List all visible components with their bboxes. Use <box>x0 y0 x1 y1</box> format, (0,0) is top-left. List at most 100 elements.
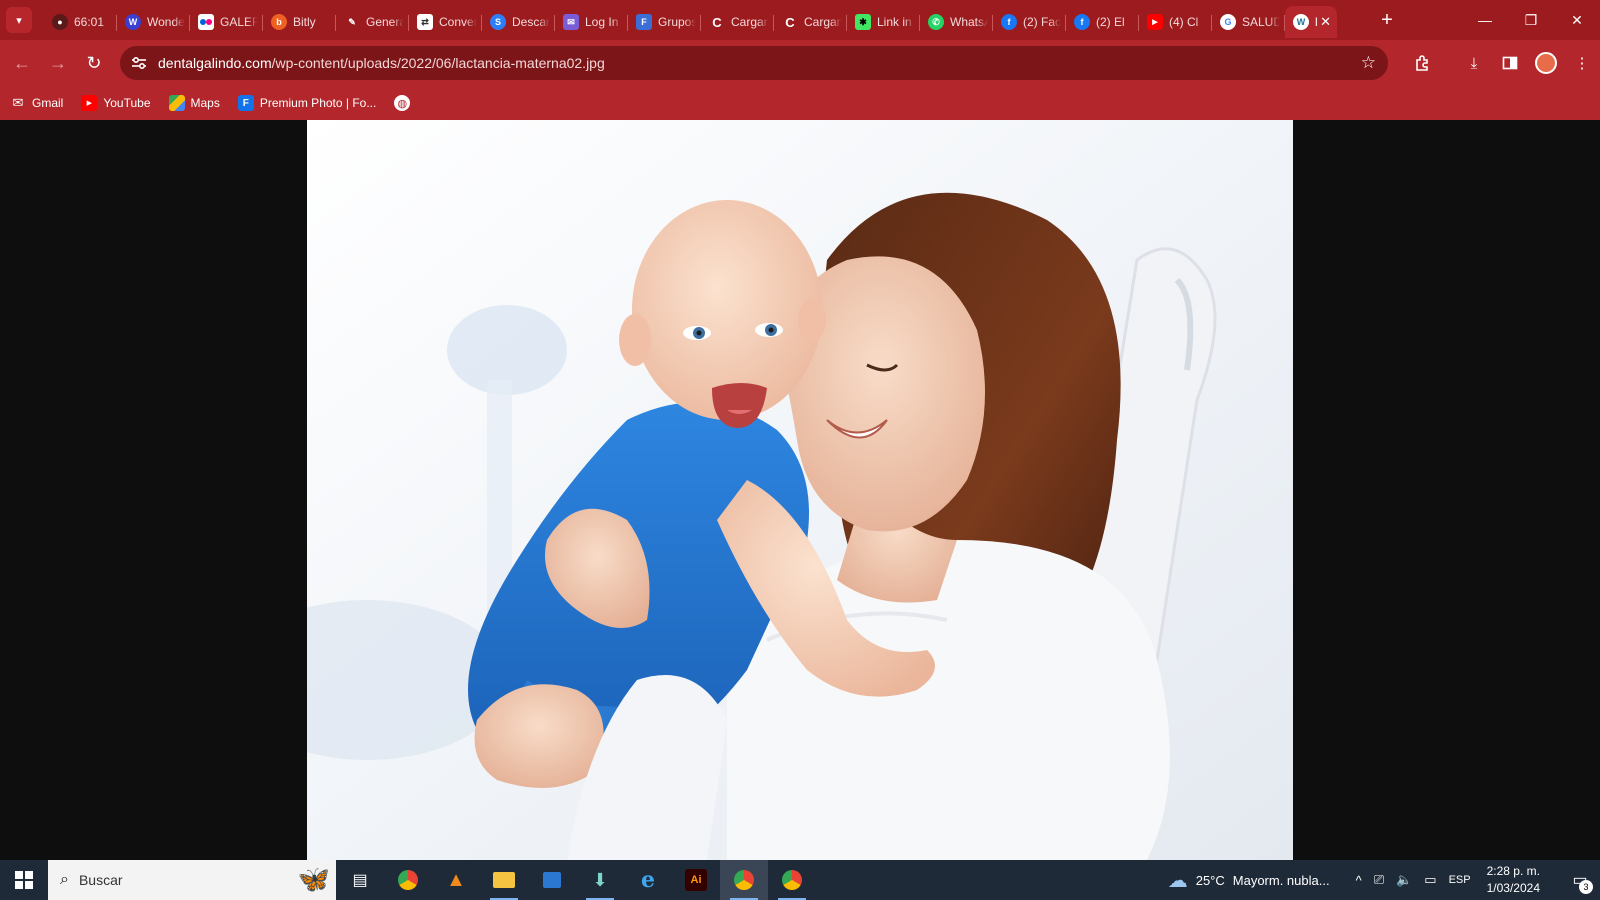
ie-icon: e <box>641 867 655 893</box>
address-bar[interactable]: dentalgalindo.com/wp-content/uploads/202… <box>120 46 1388 80</box>
facebook-icon: f <box>1074 14 1090 30</box>
arrow-right-icon: → <box>49 52 67 73</box>
forward-button[interactable]: → <box>40 45 76 81</box>
windows-taskbar: ⌕ Buscar 🦋 ▤ ▲ ⬇ e Ai ☁ 25°C Mayorm. nub… <box>0 860 1600 900</box>
taskbar-chrome-profile-1[interactable] <box>720 860 768 900</box>
clock[interactable]: 2:28 p. m. 1/03/2024 <box>1487 863 1540 897</box>
arrow-left-icon: ← <box>13 52 31 73</box>
url-host: dentalgalindo.com <box>158 55 272 71</box>
notification-button[interactable]: ▭ 3 <box>1560 860 1600 900</box>
task-view-button[interactable]: ▤ <box>336 860 384 900</box>
taskbar-edge[interactable]: e <box>624 860 672 900</box>
bookmark-youtube[interactable]: ▶ YouTube <box>81 95 151 111</box>
window-controls: — ❐ ✕ <box>1462 0 1600 40</box>
tab-16[interactable]: G SALUD <box>1212 6 1285 38</box>
youtube-icon: ▶ <box>1147 14 1163 30</box>
side-panel-icon[interactable] <box>1492 45 1528 81</box>
tab-10[interactable]: CCargando <box>774 6 847 38</box>
download-icon[interactable]: ⤓ <box>1456 45 1492 81</box>
taskbar-store[interactable] <box>528 860 576 900</box>
taskbar-illustrator[interactable]: Ai <box>672 860 720 900</box>
store-icon <box>543 872 561 888</box>
menu-kebab-icon[interactable]: ⋮ <box>1564 45 1600 81</box>
network-icon[interactable]: ▭ <box>1424 872 1436 888</box>
tab-2[interactable]: GALERIA <box>190 6 263 38</box>
tab-13[interactable]: f(2) Facebook <box>993 6 1066 38</box>
tab-15[interactable]: ▶ (4) Cl <box>1139 6 1212 38</box>
site-info-icon[interactable] <box>124 56 154 70</box>
close-window-button[interactable]: ✕ <box>1554 0 1600 40</box>
tab-list: ●66:01 WWonder GALERIA bBitly ✎Generar ⇄… <box>44 0 1337 40</box>
bookmarks-bar: ✉ Gmail ▶ YouTube Maps F Premium Photo | Fo… <box>0 86 1600 120</box>
language-indicator[interactable]: ESP <box>1449 874 1471 886</box>
tab-1[interactable]: W Wonder <box>117 6 190 38</box>
youtube-icon: ▶ <box>81 95 98 111</box>
speaker-icon[interactable]: 🔈 <box>1396 872 1412 888</box>
tab-8[interactable]: F Grupos <box>628 6 701 38</box>
browser-toolbar: ← → ↻ dentalgalindo.com/wp-content/uploa… <box>0 40 1600 86</box>
bookmark-gmail[interactable]: ✉ Gmail <box>10 95 64 111</box>
c-icon: C <box>785 14 795 30</box>
bookmark-premium-photo[interactable]: F Premium Photo | Fo... <box>237 95 376 111</box>
minimize-button[interactable]: — <box>1462 0 1508 40</box>
c-icon: C <box>712 14 722 30</box>
globe-icon: ◍ <box>394 95 411 111</box>
tab-9[interactable]: CCargando <box>701 6 774 38</box>
system-tray: ☁ 25°C Mayorm. nubla... ^ ⎚ 🔈 ▭ ESP 2:28… <box>1168 860 1600 900</box>
weather-widget[interactable]: ☁ 25°C Mayorm. nubla... <box>1168 868 1330 893</box>
maps-icon <box>168 95 185 111</box>
tab-14[interactable]: f (2) El <box>1066 6 1139 38</box>
tab-11[interactable]: ✱ Link in <box>847 6 920 38</box>
whatsapp-icon: ✆ <box>928 14 944 30</box>
tab-3[interactable]: b Bitly <box>263 6 336 38</box>
reload-button[interactable]: ↻ <box>76 45 112 81</box>
close-icon: ✕ <box>1571 11 1583 28</box>
tab-0[interactable]: ● 66:01 <box>44 6 117 38</box>
illustrator-icon: Ai <box>685 869 707 891</box>
taskbar-vlc[interactable]: ▲ <box>432 860 480 900</box>
flickr-icon <box>198 14 214 30</box>
folder-icon <box>493 872 515 888</box>
tab-4[interactable]: ✎Generar <box>336 6 409 38</box>
tab-search-button[interactable]: ▾ <box>6 7 32 33</box>
cloud-icon: ☁ <box>1167 869 1188 892</box>
freepik-icon: F <box>237 95 254 111</box>
task-view-icon: ▤ <box>352 872 368 889</box>
taskbar-installer[interactable]: ⬇ <box>576 860 624 900</box>
bookmark-globe[interactable]: ◍ <box>394 95 416 111</box>
close-tab-icon[interactable]: ✕ <box>1320 14 1331 30</box>
toolbar-actions: ⤓ ⋮ <box>1404 40 1600 86</box>
tab-7[interactable]: ✉ Log In <box>555 6 628 38</box>
start-button[interactable] <box>0 860 48 900</box>
back-button[interactable]: ← <box>4 45 40 81</box>
pen-icon: ✎ <box>348 16 356 27</box>
toolbar-separator <box>1440 45 1456 81</box>
tab-6[interactable]: SDescargar <box>482 6 555 38</box>
url-text[interactable]: dentalgalindo.com/wp-content/uploads/202… <box>158 55 605 71</box>
taskbar-chrome[interactable] <box>384 860 432 900</box>
meet-icon[interactable]: ⎚ <box>1374 872 1384 888</box>
chevron-down-icon: ▾ <box>16 14 22 27</box>
extensions-icon[interactable] <box>1404 45 1440 81</box>
restore-button[interactable]: ❐ <box>1508 0 1554 40</box>
facebook-icon: f <box>1001 14 1017 30</box>
profile-avatar[interactable] <box>1535 52 1557 74</box>
gmail-icon: ✉ <box>12 95 24 110</box>
chevron-up-icon[interactable]: ^ <box>1356 873 1362 888</box>
taskbar-file-explorer[interactable] <box>480 860 528 900</box>
image-viewer <box>0 120 1600 860</box>
minimize-icon: — <box>1478 12 1492 28</box>
search-icon: ⌕ <box>60 871 69 888</box>
tab-5[interactable]: ⇄Convertir <box>409 6 482 38</box>
wonder-icon: W <box>125 14 141 30</box>
bookmark-maps[interactable]: Maps <box>168 95 220 111</box>
taskbar-search[interactable]: ⌕ Buscar 🦋 <box>48 860 336 900</box>
tab-12[interactable]: ✆WhatsApp <box>920 6 993 38</box>
new-tab-button[interactable]: + <box>1373 6 1401 34</box>
tab-strip: ▾ ●66:01 WWonder GALERIA bBitly ✎Generar… <box>0 0 1600 40</box>
photo-mother-and-baby <box>307 120 1293 860</box>
s-icon: S <box>490 14 506 30</box>
tab-active[interactable]: Wl ✕ <box>1285 6 1337 38</box>
bookmark-star-icon[interactable]: ☆ <box>1361 53 1376 73</box>
taskbar-chrome-profile-2[interactable] <box>768 860 816 900</box>
